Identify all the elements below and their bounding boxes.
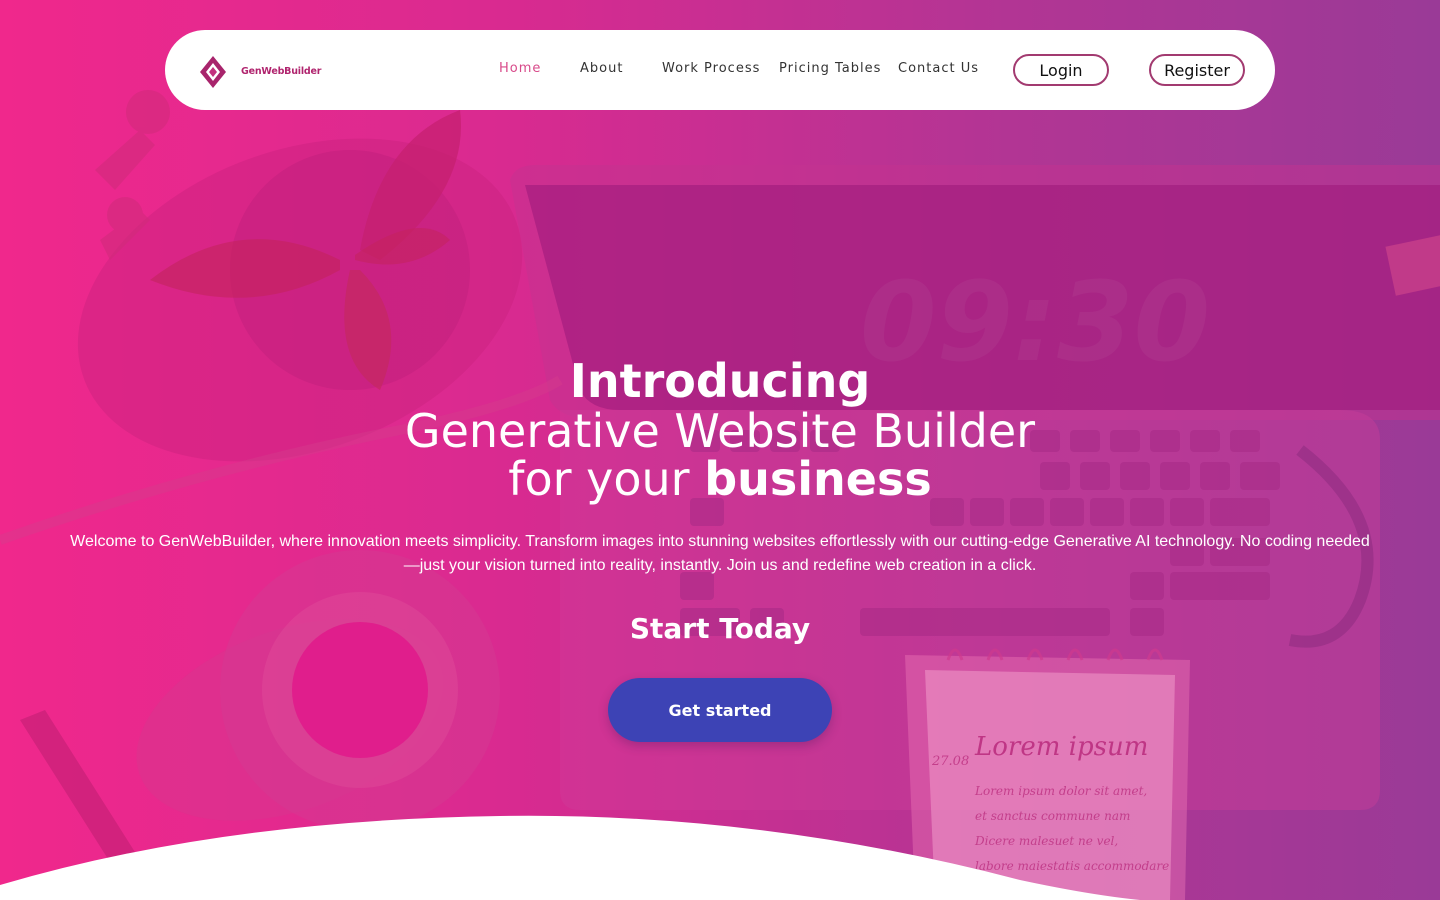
hero-title-line3-prefix: for your bbox=[508, 452, 705, 506]
hero-title-line3-bold: business bbox=[704, 452, 932, 506]
get-started-button[interactable]: Get started bbox=[608, 678, 832, 742]
hero-title-line1: Introducing bbox=[569, 354, 871, 408]
svg-text:Lorem ipsum dolor sit amet,: Lorem ipsum dolor sit amet, bbox=[974, 784, 1147, 798]
brand-logo[interactable]: GenWebBuilder bbox=[199, 54, 321, 90]
hero-description: Welcome to GenWebBuilder, where innovati… bbox=[70, 533, 1370, 574]
nav-home[interactable]: Home bbox=[499, 61, 541, 76]
nav-contact-us[interactable]: Contact Us bbox=[898, 61, 979, 76]
bottom-wave-divider bbox=[0, 815, 1140, 900]
diamond-logo-icon bbox=[200, 56, 226, 88]
top-navbar: GenWebBuilder Home About Work Process Pr… bbox=[165, 30, 1275, 110]
svg-text:Lorem ipsum: Lorem ipsum bbox=[974, 732, 1148, 762]
brand-name: GenWebBuilder bbox=[241, 66, 322, 77]
nav-work-process[interactable]: Work Process bbox=[662, 61, 760, 76]
register-button[interactable]: Register bbox=[1149, 54, 1245, 86]
hero-title-line3: for your business bbox=[0, 451, 1440, 507]
nav-about[interactable]: About bbox=[580, 61, 623, 76]
svg-text:27.08: 27.08 bbox=[931, 754, 969, 769]
login-button[interactable]: Login bbox=[1013, 54, 1109, 86]
hero-section: 09:30 27.08 Lorem ipsum Lorem ipsum dolo… bbox=[0, 0, 1440, 900]
nav-pricing-tables[interactable]: Pricing Tables bbox=[779, 61, 881, 76]
start-today-heading: Start Today bbox=[629, 612, 811, 645]
